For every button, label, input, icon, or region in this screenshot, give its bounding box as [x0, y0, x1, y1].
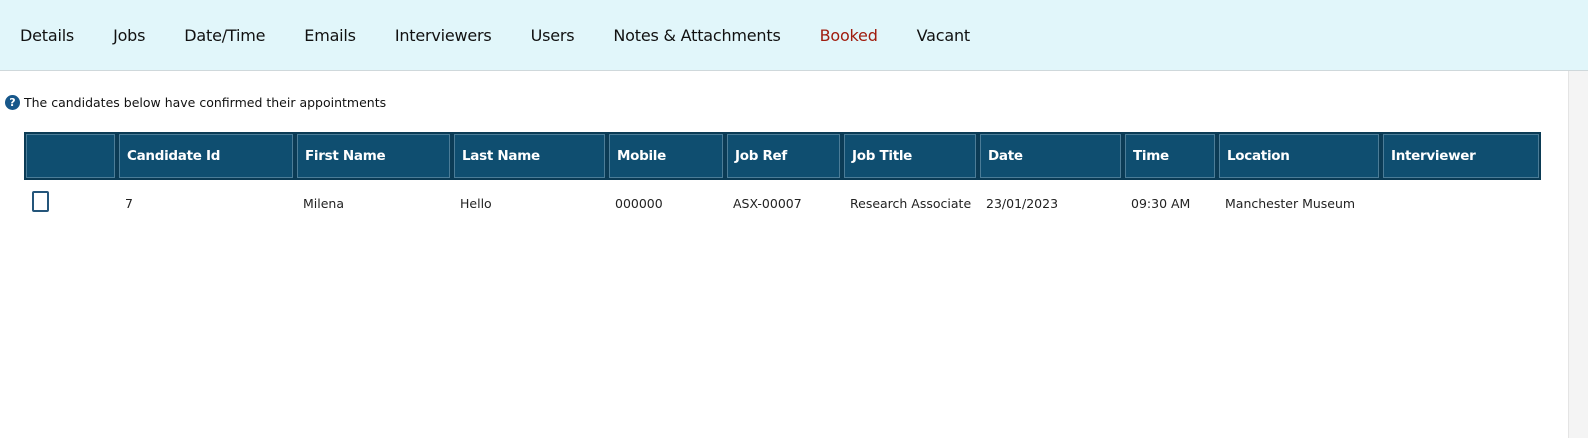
- cell-first-name: Milena: [303, 195, 345, 211]
- info-message: ? The candidates below have confirmed th…: [5, 95, 386, 110]
- vertical-scrollbar[interactable]: [1568, 71, 1588, 438]
- question-icon[interactable]: ?: [5, 95, 20, 110]
- cell-job-title: Research Associate: [850, 195, 972, 211]
- cell-time: 09:30 AM: [1131, 195, 1191, 211]
- row-select-cell: [24, 180, 117, 226]
- column-header-time[interactable]: Time: [1123, 132, 1217, 180]
- tab-date-time[interactable]: Date/Time: [184, 26, 265, 45]
- tab-notes-attachments[interactable]: Notes & Attachments: [613, 26, 780, 45]
- tab-interviewers[interactable]: Interviewers: [395, 26, 492, 45]
- column-header-date[interactable]: Date: [978, 132, 1123, 180]
- info-text: The candidates below have confirmed thei…: [24, 95, 387, 110]
- cell-interviewer: [1381, 180, 1541, 226]
- column-header-location[interactable]: Location: [1217, 132, 1381, 180]
- table-header-row: Candidate Id First Name Last Name Mobile…: [24, 132, 1541, 180]
- column-header-select: [24, 132, 117, 180]
- tab-vacant[interactable]: Vacant: [917, 26, 971, 45]
- cell-mobile: 000000: [615, 195, 663, 211]
- column-header-first-name[interactable]: First Name: [295, 132, 452, 180]
- tab-details[interactable]: Details: [20, 26, 74, 45]
- cell-date: 23/01/2023: [986, 195, 1059, 211]
- tab-bar: Details Jobs Date/Time Emails Interviewe…: [0, 0, 1588, 71]
- table-row[interactable]: 7 Milena Hello 000000 ASX-00007 Research…: [24, 180, 1541, 226]
- row-select-checkbox[interactable]: [32, 191, 49, 212]
- booked-candidates-table: Candidate Id First Name Last Name Mobile…: [24, 132, 1541, 226]
- column-header-mobile[interactable]: Mobile: [607, 132, 725, 180]
- column-header-job-ref[interactable]: Job Ref: [725, 132, 842, 180]
- tab-jobs[interactable]: Jobs: [113, 26, 145, 45]
- column-header-interviewer[interactable]: Interviewer: [1381, 132, 1541, 180]
- column-header-candidate-id[interactable]: Candidate Id: [117, 132, 295, 180]
- column-header-last-name[interactable]: Last Name: [452, 132, 607, 180]
- column-header-job-title[interactable]: Job Title: [842, 132, 978, 180]
- cell-job-ref: ASX-00007: [733, 195, 802, 211]
- cell-last-name: Hello: [460, 195, 492, 211]
- cell-candidate-id: 7: [125, 195, 133, 211]
- tab-booked[interactable]: Booked: [820, 26, 878, 45]
- tab-users[interactable]: Users: [531, 26, 575, 45]
- cell-location: Manchester Museum: [1225, 195, 1356, 211]
- tab-emails[interactable]: Emails: [304, 26, 356, 45]
